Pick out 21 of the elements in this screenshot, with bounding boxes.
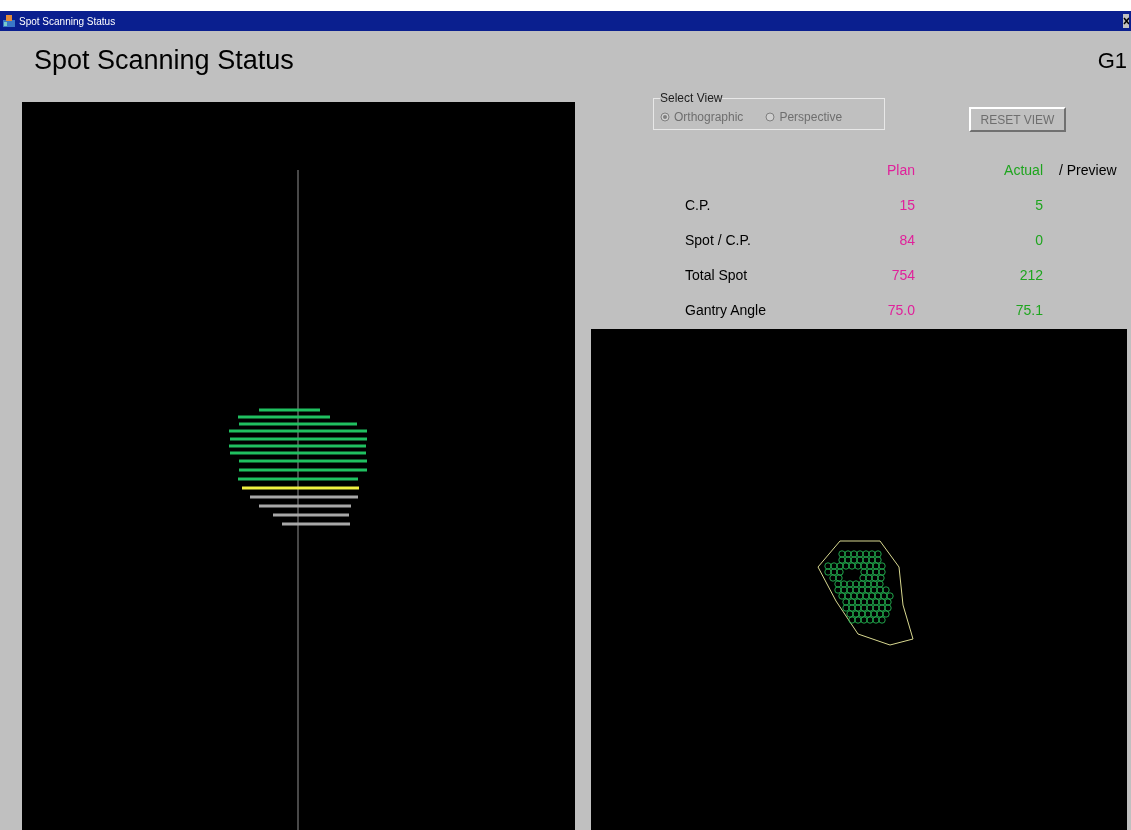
- plan-value: 754: [890, 266, 915, 285]
- gantry-label: G1: [1097, 46, 1127, 75]
- actual-value: 75.1: [1014, 301, 1043, 320]
- heading: Spot Scanning Status: [34, 43, 294, 77]
- row-label: Total Spot: [684, 266, 749, 285]
- row-label: Spot / C.P.: [684, 231, 752, 250]
- app-icon: [2, 14, 16, 28]
- window-title: Spot Scanning Status: [19, 14, 116, 29]
- actual-value: 212: [1018, 266, 1043, 285]
- close-button[interactable]: [1123, 14, 1129, 28]
- column-header: Plan: [885, 161, 915, 180]
- plan-value: 75.0: [886, 301, 915, 320]
- column-header: / Preview: [1058, 161, 1118, 180]
- plan-value: 15: [898, 196, 915, 215]
- plan-value: 84: [898, 231, 915, 250]
- column-header: Actual: [1003, 161, 1043, 180]
- row-label: C.P.: [684, 196, 712, 215]
- group-label: Select View: [660, 92, 723, 104]
- row-label: Gantry Angle: [684, 301, 767, 320]
- actual-value: 5: [1034, 196, 1043, 215]
- actual-value: 0: [1034, 231, 1043, 250]
